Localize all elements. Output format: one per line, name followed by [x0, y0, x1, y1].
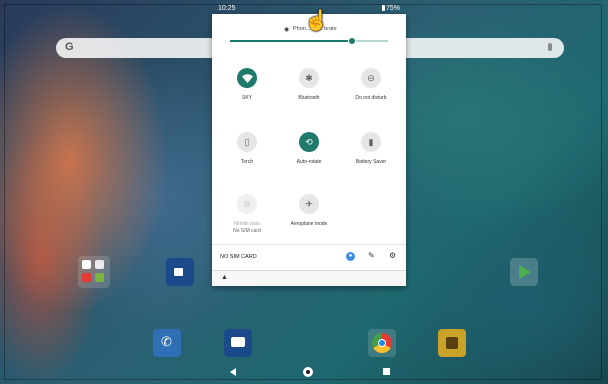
- phone-icon: ✆: [161, 334, 172, 349]
- microphone-icon[interactable]: [548, 43, 552, 51]
- battery-saver-icon: ▮: [361, 132, 381, 152]
- status-battery: 75%: [382, 5, 400, 12]
- phone-vibrate-icon: ◉: [284, 27, 290, 33]
- tile-label: Do not disturb: [355, 95, 387, 101]
- phone-app-icon[interactable]: ✆: [153, 329, 181, 357]
- home-button[interactable]: [303, 367, 313, 377]
- google-app-icon: [82, 260, 91, 269]
- edit-icon[interactable]: ✎: [368, 251, 375, 260]
- tile-torch[interactable]: ▯ Torch: [216, 132, 278, 184]
- autorotate-icon: ⟲: [299, 132, 319, 152]
- warning-icon: ▲: [221, 274, 228, 281]
- play-store-icon[interactable]: [510, 258, 538, 286]
- tile-do-not-disturb[interactable]: ⊖ Do not disturb: [340, 68, 402, 120]
- aeroplane-icon: ✈: [299, 194, 319, 214]
- brightness-slider[interactable]: [230, 37, 388, 45]
- chrome-icon: [372, 333, 392, 353]
- navigation-bar: [0, 362, 608, 384]
- status-time: 10:25: [218, 5, 236, 12]
- tile-label: Mobile data: [234, 221, 260, 227]
- torch-icon: ▯: [237, 132, 257, 152]
- play-triangle-icon: [519, 265, 531, 279]
- tile-wifi[interactable]: SKY: [216, 68, 278, 120]
- youtube-icon: [82, 273, 91, 282]
- mobile-data-icon: ⊘: [237, 194, 257, 214]
- tile-sublabel: No SIM card: [233, 228, 261, 234]
- camera-icon: [446, 337, 458, 349]
- messages-app-icon[interactable]: [224, 329, 252, 357]
- brightness-fill: [230, 40, 352, 42]
- quick-settings-panel: ◉ Phon... ... ... brate ☝ SKY ✱ Bluetoot…: [212, 10, 406, 286]
- tile-battery-saver[interactable]: ▮ Battery Saver: [340, 132, 402, 184]
- wifi-icon: [237, 68, 257, 88]
- message-bubble-icon: [231, 337, 245, 347]
- chrome-app-icon[interactable]: [368, 329, 396, 357]
- tile-auto-rotate[interactable]: ⟲ Auto-rotate: [278, 132, 340, 184]
- qs-footer: NO SIM CARD ● ✎ ⚙: [212, 246, 406, 268]
- tile-label: Torch: [240, 159, 254, 165]
- back-button[interactable]: [230, 368, 236, 376]
- settings-gear-icon[interactable]: ⚙: [389, 251, 396, 260]
- tile-label: SKY: [241, 95, 252, 101]
- gmail-icon: [95, 260, 104, 269]
- bluetooth-icon: ✱: [299, 68, 319, 88]
- google-icon: G: [65, 41, 74, 53]
- battery-percent: 75%: [386, 5, 401, 12]
- tile-label: Battery Saver: [355, 159, 387, 165]
- tile-label: Auto-rotate: [296, 159, 322, 165]
- tile-label: Aeroplane mode: [290, 221, 328, 227]
- tile-mobile-data[interactable]: ⊘ Mobile data No SIM card: [216, 194, 278, 246]
- drive-icon: [95, 273, 104, 282]
- duo-app-icon[interactable]: [166, 258, 194, 286]
- video-camera-icon: [174, 268, 183, 276]
- camera-app-icon[interactable]: [438, 329, 466, 357]
- brightness-thumb[interactable]: [347, 37, 356, 45]
- sim-status: NO SIM CARD: [220, 254, 257, 260]
- qs-divider: [212, 244, 406, 245]
- tile-label: Bluetooth: [298, 95, 320, 101]
- tile-bluetooth[interactable]: ✱ Bluetooth: [278, 68, 340, 120]
- hand-pointer-icon: ☝: [304, 10, 329, 32]
- notification-bar[interactable]: ▲: [212, 270, 406, 286]
- tile-aeroplane-mode[interactable]: ✈ Aeroplane mode: [278, 194, 340, 246]
- dnd-icon: ⊖: [361, 68, 381, 88]
- google-folder-icon[interactable]: [78, 256, 110, 288]
- recents-button[interactable]: [383, 368, 390, 375]
- user-icon[interactable]: ●: [346, 252, 355, 261]
- battery-icon: [382, 5, 385, 11]
